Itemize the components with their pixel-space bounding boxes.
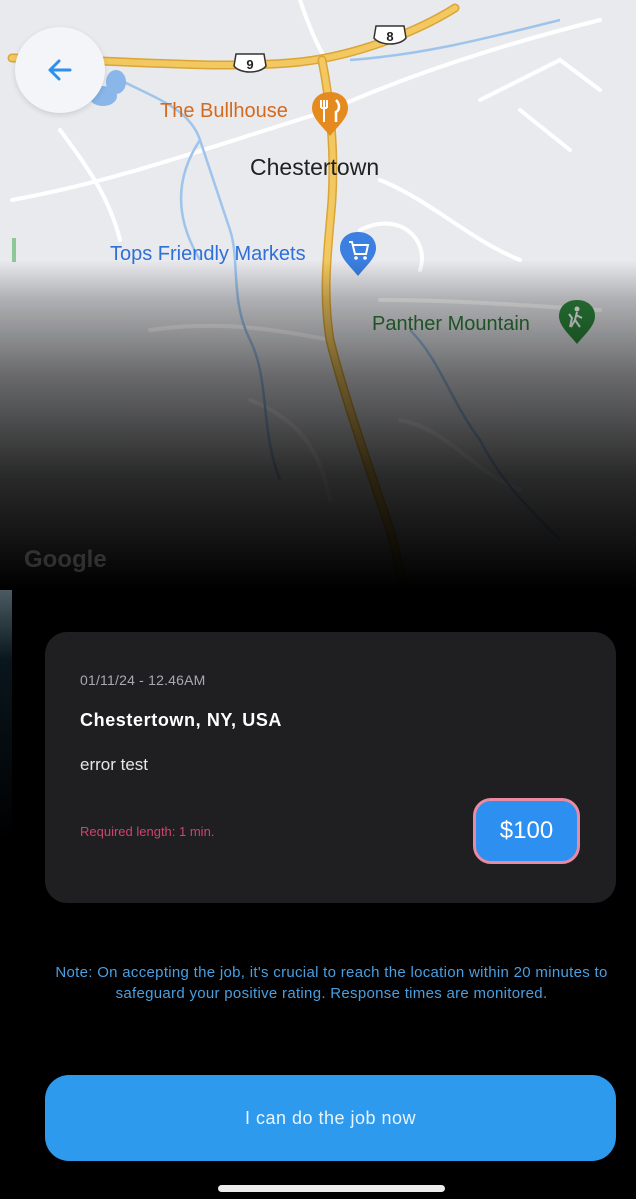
fork-knife-icon[interactable]	[312, 92, 348, 136]
shopping-cart-icon[interactable]	[340, 232, 376, 276]
job-offer-screen: 9 8 The Bullhouse Chestertown Tops Frien…	[0, 0, 636, 1199]
response-time-note: Note: On accepting the job, it's crucial…	[55, 964, 608, 1002]
map-label-store[interactable]: Tops Friendly Markets	[110, 243, 306, 266]
job-location: Chestertown, NY, USA	[80, 710, 283, 730]
map-label-mountain[interactable]: Panther Mountain	[372, 313, 530, 336]
price-button[interactable]: $100	[473, 798, 580, 864]
job-description: error test	[80, 755, 149, 774]
map-label-town: Chestertown	[250, 154, 380, 180]
home-indicator[interactable]	[218, 1185, 445, 1192]
map-label-restaurant[interactable]: The Bullhouse	[160, 100, 288, 123]
svg-text:8: 8	[386, 29, 393, 44]
arrow-left-icon	[48, 59, 72, 81]
route-8-shield: 8	[373, 25, 407, 45]
google-watermark: Google	[24, 546, 107, 573]
job-datetime: 01/11/24 - 12.46AM	[80, 672, 206, 688]
hiker-icon[interactable]	[559, 300, 595, 344]
accept-job-button[interactable]: I can do the job now	[45, 1075, 616, 1161]
svg-text:9: 9	[246, 57, 253, 72]
job-required-length: Required length: 1 min.	[80, 824, 215, 839]
back-button[interactable]	[15, 27, 105, 113]
route-9-shield: 9	[233, 53, 267, 73]
job-details-card: 01/11/24 - 12.46AM Chestertown, NY, USA …	[45, 632, 616, 903]
